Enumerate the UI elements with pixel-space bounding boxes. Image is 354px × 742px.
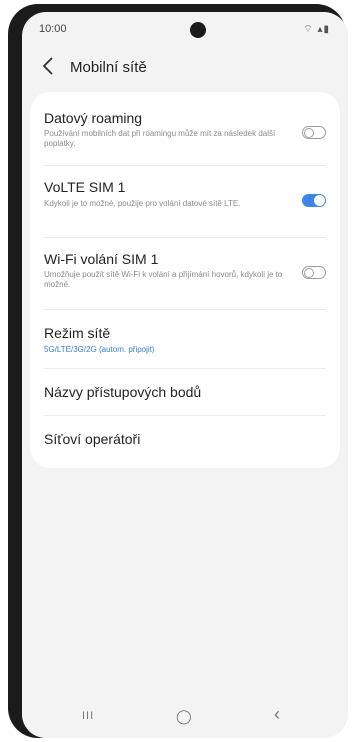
wifi-calling-toggle[interactable]	[302, 266, 326, 279]
setting-title: Názvy přístupových bodů	[44, 384, 202, 400]
status-time: 10:00	[39, 23, 67, 35]
front-camera	[190, 22, 206, 38]
setting-description: Umožňuje použít sítě Wi-Fi k volání a př…	[44, 270, 283, 289]
setting-title: Datový roaming	[44, 110, 143, 126]
toggle-knob	[304, 268, 314, 278]
volte-toggle[interactable]	[302, 194, 326, 207]
screen: 10:00 ⌔ ▴▮ Mobilní sítě Datový roaming P…	[22, 12, 348, 738]
setting-network-mode[interactable]: Režim sítě 5G/LTE/3G/2G (autom. připojit…	[30, 310, 340, 368]
toggle-knob	[304, 128, 314, 138]
setting-description: Používání mobilních dat při roamingu můž…	[44, 129, 276, 148]
setting-operators[interactable]: Síťoví operátoři	[30, 416, 340, 464]
phone-frame: 10:00 ⌔ ▴▮ Mobilní sítě Datový roaming P…	[8, 4, 348, 738]
settings-card: Datový roaming Používání mobilních dat p…	[30, 92, 340, 468]
setting-data-roaming[interactable]: Datový roaming Používání mobilních dat p…	[30, 92, 340, 158]
app-header: Mobilní sítě	[22, 46, 348, 90]
back-nav-icon[interactable]: ‹	[274, 704, 280, 725]
setting-title: Síťoví operátoři	[44, 431, 141, 447]
setting-wifi-calling[interactable]: Wi-Fi volání SIM 1 Umožňuje použít sítě …	[30, 238, 340, 310]
navigation-bar: III ◯ ‹	[22, 698, 348, 738]
status-icons: ⌔ ▴▮	[303, 24, 330, 35]
setting-title: Wi-Fi volání SIM 1	[44, 251, 159, 267]
setting-title: Režim sítě	[44, 325, 111, 341]
setting-description: Kdykoli je to možné, použije pro volání …	[44, 199, 241, 208]
recents-icon[interactable]: III	[82, 710, 94, 722]
network-mode-value: 5G/LTE/3G/2G (autom. připojit)	[44, 345, 155, 354]
home-icon[interactable]: ◯	[176, 708, 192, 725]
page-title: Mobilní sítě	[70, 59, 147, 76]
toggle-knob	[314, 195, 325, 206]
setting-volte[interactable]: VoLTE SIM 1 Kdykoli je to možné, použije…	[30, 166, 340, 238]
data-roaming-toggle[interactable]	[302, 126, 326, 139]
back-icon[interactable]	[42, 56, 54, 82]
setting-title: VoLTE SIM 1	[44, 179, 126, 195]
setting-apn[interactable]: Názvy přístupových bodů	[30, 369, 340, 415]
status-bar: 10:00 ⌔ ▴▮	[22, 12, 348, 44]
